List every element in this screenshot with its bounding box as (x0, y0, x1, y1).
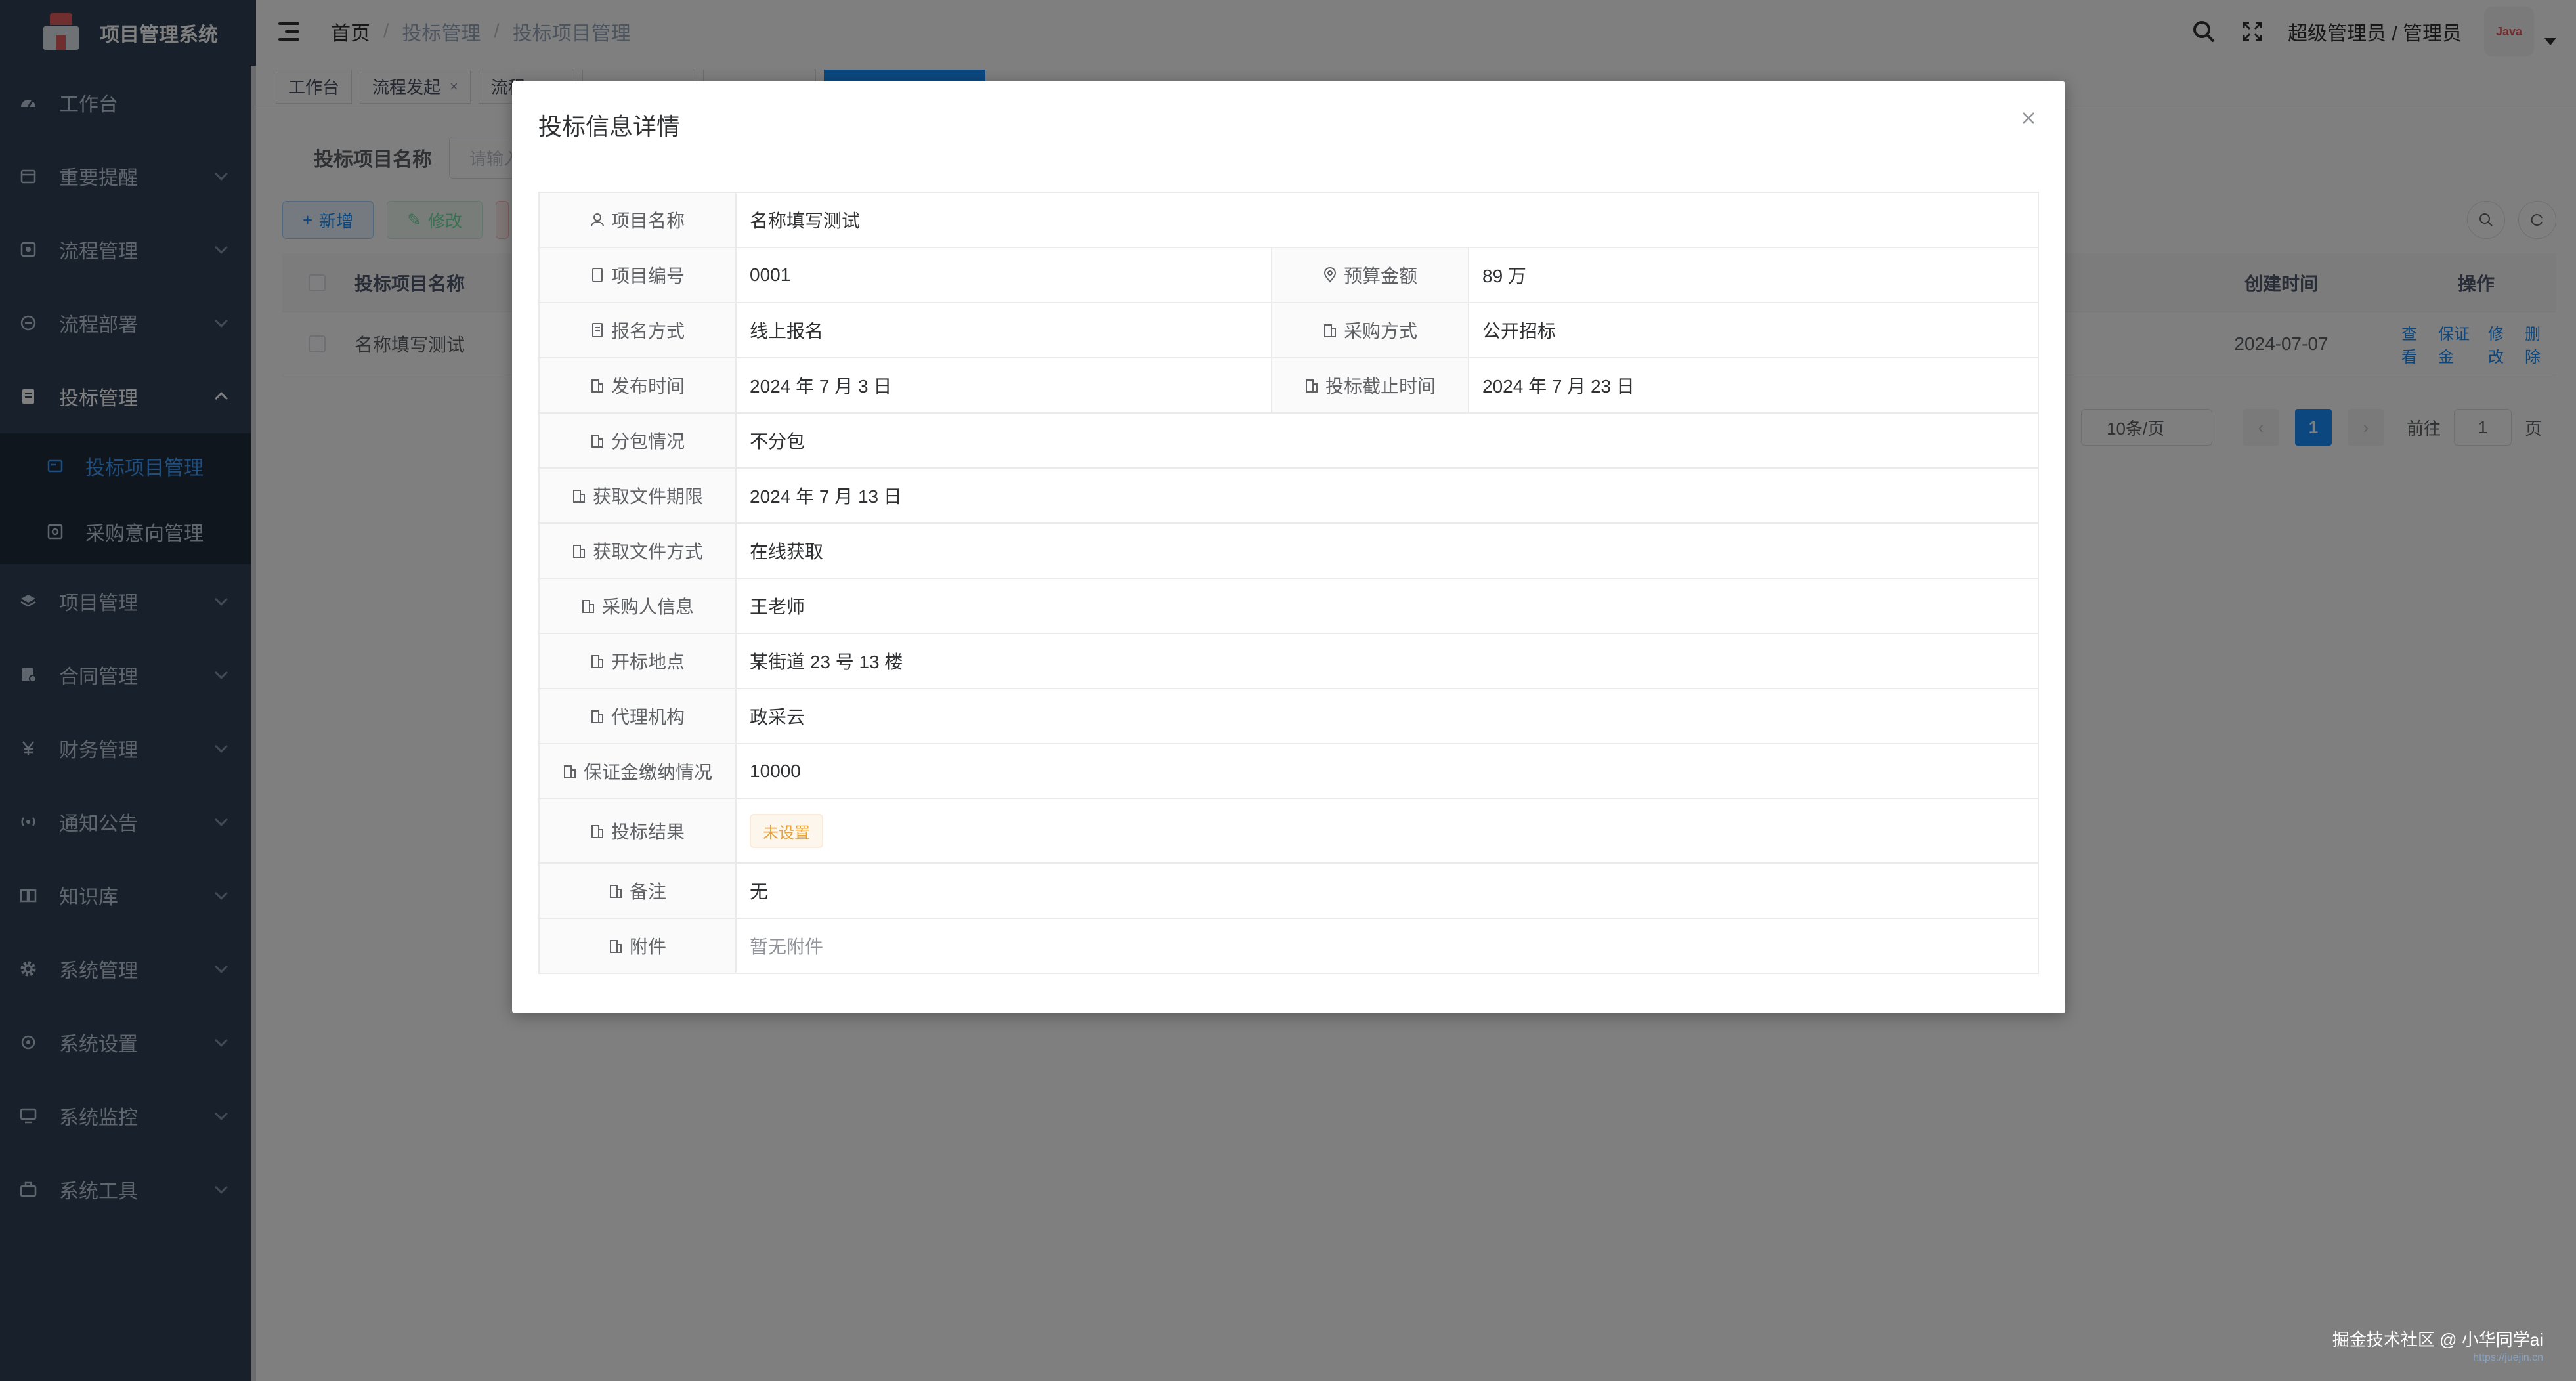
remark-value: 无 (750, 882, 769, 902)
field-row-package: 分包情况 不分包 (540, 414, 2038, 469)
office-building-icon (581, 597, 595, 614)
document-icon (590, 322, 605, 339)
bid-detail-dialog: 投标信息详情 项目名称 名称填写测试 项目编号 0001 预算金额 89 万 报… (512, 81, 2065, 1013)
doc-method-value: 在线获取 (750, 542, 824, 562)
bid-descriptions: 项目名称 名称填写测试 项目编号 0001 预算金额 89 万 报名方式 线上报… (538, 192, 2039, 974)
package-value: 不分包 (750, 431, 805, 452)
buyer-value: 王老师 (750, 597, 805, 617)
field-row-publish: 发布时间 2024 年 7 月 3 日 投标截止时间 2024 年 7 月 23… (540, 358, 2038, 414)
field-row-doc-period: 获取文件期限 2024 年 7 月 13 日 (540, 469, 2038, 524)
tablet-icon (590, 266, 605, 284)
watermark-url: https://juejin.cn (2473, 1352, 2543, 1363)
user-icon (590, 211, 605, 228)
office-building-icon (1323, 322, 1337, 339)
deadline-value: 2024 年 7 月 23 日 (1482, 376, 1635, 396)
location-icon (1323, 266, 1337, 284)
field-row-agency: 代理机构 政采云 (540, 689, 2038, 744)
watermark: 掘金技术社区 @ 小华同学ai (2332, 1330, 2543, 1349)
agency-value: 政采云 (750, 707, 805, 727)
field-row-location: 开标地点 某街道 23 号 13 楼 (540, 634, 2038, 689)
office-building-icon (563, 763, 577, 780)
field-row-result: 投标结果 未设置 (540, 799, 2038, 864)
close-icon[interactable] (2018, 108, 2039, 129)
deposit-value: 10000 (750, 761, 801, 781)
budget-value: 89 万 (1482, 266, 1526, 286)
office-building-icon (1304, 377, 1319, 394)
office-building-icon (590, 652, 605, 669)
purchase-value: 公开招标 (1482, 321, 1556, 341)
office-building-icon (590, 822, 605, 839)
project-name-value: 名称填写测试 (750, 211, 861, 231)
field-row-deposit: 保证金缴纳情况 10000 (540, 744, 2038, 799)
field-row-signup: 报名方式 线上报名 采购方式 公开招标 (540, 303, 2038, 358)
field-row-remark: 备注 无 (540, 864, 2038, 919)
publish-value: 2024 年 7 月 3 日 (737, 358, 1272, 412)
office-building-icon (590, 708, 605, 725)
doc-period-value: 2024 年 7 月 13 日 (750, 486, 902, 507)
project-code-value: 0001 (737, 248, 1272, 302)
attachment-value: 暂无附件 (750, 937, 824, 957)
dialog-title: 投标信息详情 (538, 113, 681, 140)
office-building-icon (609, 882, 623, 899)
office-building-icon (609, 937, 623, 954)
field-row-doc-method: 获取文件方式 在线获取 (540, 524, 2038, 579)
field-row-code: 项目编号 0001 预算金额 89 万 (540, 248, 2038, 303)
office-building-icon (590, 377, 605, 394)
office-building-icon (572, 542, 586, 559)
field-row-buyer: 采购人信息 王老师 (540, 579, 2038, 634)
field-row-attachment: 附件 暂无附件 (540, 919, 2038, 974)
field-row-name: 项目名称 名称填写测试 (540, 193, 2038, 248)
result-status-badge: 未设置 (750, 814, 823, 848)
location-value: 某街道 23 号 13 楼 (750, 652, 903, 672)
office-building-icon (572, 487, 586, 504)
office-building-icon (590, 432, 605, 449)
signup-value: 线上报名 (737, 303, 1272, 357)
